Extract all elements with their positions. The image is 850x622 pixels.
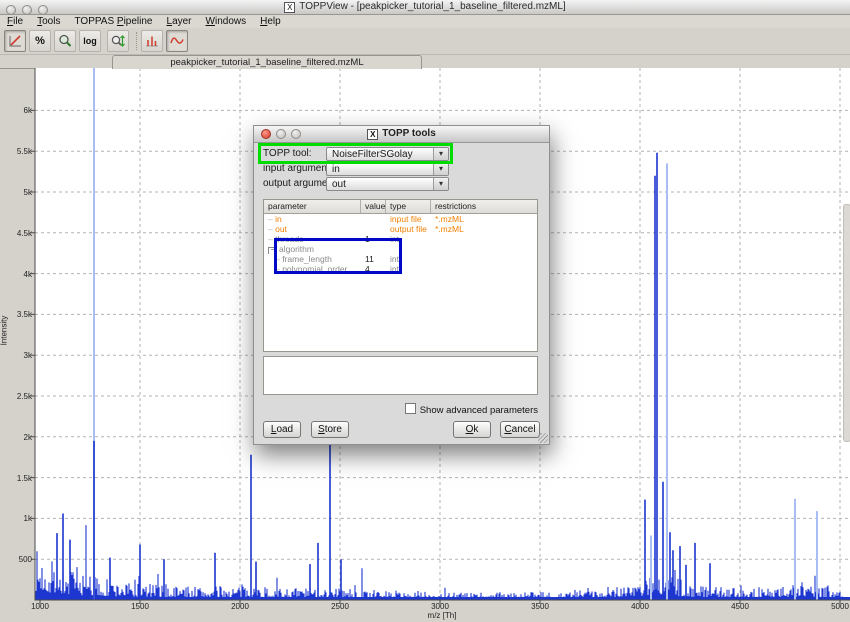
tab-bar: peakpicker_tutorial_1_baseline_filtered.… bbox=[0, 54, 850, 69]
topp-tool-row: TOPP tool: NoiseFilterSGolay ▾ bbox=[254, 147, 549, 161]
menu-tools[interactable]: Tools bbox=[30, 15, 67, 28]
param-row-in[interactable]: – ininput file*.mzML bbox=[264, 214, 537, 224]
y-tick-4.5k: 4.5k bbox=[0, 229, 32, 238]
peak-mode-button[interactable] bbox=[141, 30, 163, 52]
right-scrollbar[interactable] bbox=[843, 204, 850, 442]
x-tick-2000: 2000 bbox=[218, 602, 262, 611]
output-argument-row: output argument: out ▾ bbox=[254, 177, 549, 191]
advanced-parameters-row: Show advanced parameters bbox=[405, 403, 538, 414]
x-tick-1000: 1000 bbox=[18, 602, 62, 611]
column-header-value[interactable]: value bbox=[361, 200, 386, 213]
x-tick-4000: 4000 bbox=[618, 602, 662, 611]
x-axis-title: m/z [Th] bbox=[402, 611, 482, 620]
y-tick-1.5k: 1.5k bbox=[0, 474, 32, 483]
input-argument-value: in bbox=[332, 164, 340, 175]
menu-file[interactable]: File bbox=[0, 15, 30, 28]
window-title: TOPPView - [peakpicker_tutorial_1_baseli… bbox=[299, 1, 565, 12]
column-header-type[interactable]: type bbox=[386, 200, 431, 213]
diagonal-line-icon bbox=[7, 33, 23, 49]
log-intensity-button[interactable]: log bbox=[79, 30, 101, 52]
topp-tool-select[interactable]: NoiseFilterSGolay ▾ bbox=[326, 147, 449, 161]
collapse-icon[interactable]: − bbox=[268, 247, 277, 254]
magnifier-icon bbox=[57, 33, 73, 49]
toppview-window: X TOPPView - [peakpicker_tutorial_1_basel… bbox=[0, 0, 850, 622]
reset-zoom-button[interactable] bbox=[4, 30, 26, 52]
dialog-title: TOPP tools bbox=[382, 128, 436, 139]
y-tick-2k: 2k bbox=[0, 433, 32, 442]
output-argument-select[interactable]: out ▾ bbox=[326, 177, 449, 191]
y-tick-6k: 6k bbox=[0, 106, 32, 115]
input-argument-row: input argument: in ▾ bbox=[254, 162, 549, 176]
topp-tool-value: NoiseFilterSGolay bbox=[332, 149, 413, 160]
topp-tool-label: TOPP tool: bbox=[263, 148, 312, 159]
topp-tools-dialog: X TOPP tools TOPP tool: NoiseFilterSGolay… bbox=[253, 125, 550, 445]
percent-icon: % bbox=[35, 35, 45, 47]
parameter-table-body: – ininput file*.mzML– outoutput file*.mz… bbox=[264, 214, 537, 274]
y-axis-title: Intensity bbox=[0, 301, 9, 361]
param-row-out[interactable]: – outoutput file*.mzML bbox=[264, 224, 537, 234]
snap-intensity-button[interactable] bbox=[107, 30, 129, 52]
param-row-polynomial_order[interactable]: – polynomial_order4int bbox=[264, 264, 537, 274]
window-titlebar[interactable]: X TOPPView - [peakpicker_tutorial_1_basel… bbox=[0, 0, 850, 15]
x-tick-5000: 5000 bbox=[818, 602, 850, 611]
toolbar-separator bbox=[136, 32, 138, 50]
app-icon: X bbox=[284, 2, 295, 13]
menu-windows[interactable]: Windows bbox=[199, 15, 254, 28]
parameter-table-header: parametervaluetyperestrictions bbox=[264, 200, 537, 214]
parameter-table[interactable]: parametervaluetyperestrictions – ininput… bbox=[263, 199, 538, 352]
menu-layer[interactable]: Layer bbox=[160, 15, 199, 28]
description-box bbox=[263, 356, 538, 395]
chevron-down-icon: ▾ bbox=[433, 178, 448, 190]
x-tick-3000: 3000 bbox=[418, 602, 462, 611]
y-tick-1k: 1k bbox=[0, 514, 32, 523]
load-button[interactable]: Load bbox=[263, 421, 301, 438]
input-argument-select[interactable]: in ▾ bbox=[326, 162, 449, 176]
menu-toppas-pipeline[interactable]: TOPPAS Pipeline bbox=[67, 15, 159, 28]
profile-mode-button[interactable] bbox=[166, 30, 188, 52]
resize-grip[interactable] bbox=[538, 433, 548, 443]
y-tick-5k: 5k bbox=[0, 188, 32, 197]
log-icon: log bbox=[83, 36, 97, 46]
dialog-titlebar[interactable]: X TOPP tools bbox=[254, 126, 549, 143]
menu-help[interactable]: Help bbox=[253, 15, 288, 28]
menu-bar: FileToolsTOPPAS PipelineLayerWindowsHelp bbox=[0, 15, 850, 28]
param-row-frame_length[interactable]: – frame_length11int bbox=[264, 254, 537, 264]
column-header-parameter[interactable]: parameter bbox=[264, 200, 361, 213]
x-tick-3500: 3500 bbox=[518, 602, 562, 611]
input-argument-label: input argument: bbox=[263, 163, 333, 174]
magnifier-arrows-icon bbox=[110, 33, 126, 49]
param-row-threads[interactable]: – threads1int bbox=[264, 234, 537, 244]
advanced-checkbox[interactable] bbox=[405, 403, 416, 414]
column-header-restrictions[interactable]: restrictions bbox=[431, 200, 535, 213]
tab-mzml-file[interactable]: peakpicker_tutorial_1_baseline_filtered.… bbox=[112, 55, 422, 69]
x-tick-1500: 1500 bbox=[118, 602, 162, 611]
store-button[interactable]: Store bbox=[311, 421, 349, 438]
zoom-mode-button[interactable] bbox=[54, 30, 76, 52]
x-tick-4500: 4500 bbox=[718, 602, 762, 611]
y-tick-4k: 4k bbox=[0, 270, 32, 279]
y-tick-2.5k: 2.5k bbox=[0, 392, 32, 401]
y-tick-5.5k: 5.5k bbox=[0, 147, 32, 156]
advanced-checkbox-label: Show advanced parameters bbox=[420, 405, 538, 416]
percentage-intensity-button[interactable]: % bbox=[29, 30, 51, 52]
profile-line-icon bbox=[169, 33, 185, 49]
cancel-button[interactable]: Cancel bbox=[500, 421, 540, 438]
ok-button[interactable]: Ok bbox=[453, 421, 491, 438]
chevron-down-icon: ▾ bbox=[433, 148, 448, 160]
x-tick-2500: 2500 bbox=[318, 602, 362, 611]
y-tick-500: 500 bbox=[0, 555, 32, 564]
output-argument-value: out bbox=[332, 179, 346, 190]
stick-spectrum-icon bbox=[144, 33, 160, 49]
dialog-icon: X bbox=[367, 129, 378, 140]
param-row-algorithm[interactable]: −algorithm bbox=[264, 244, 537, 254]
chevron-down-icon: ▾ bbox=[433, 163, 448, 175]
toolbar: % log bbox=[0, 28, 850, 55]
